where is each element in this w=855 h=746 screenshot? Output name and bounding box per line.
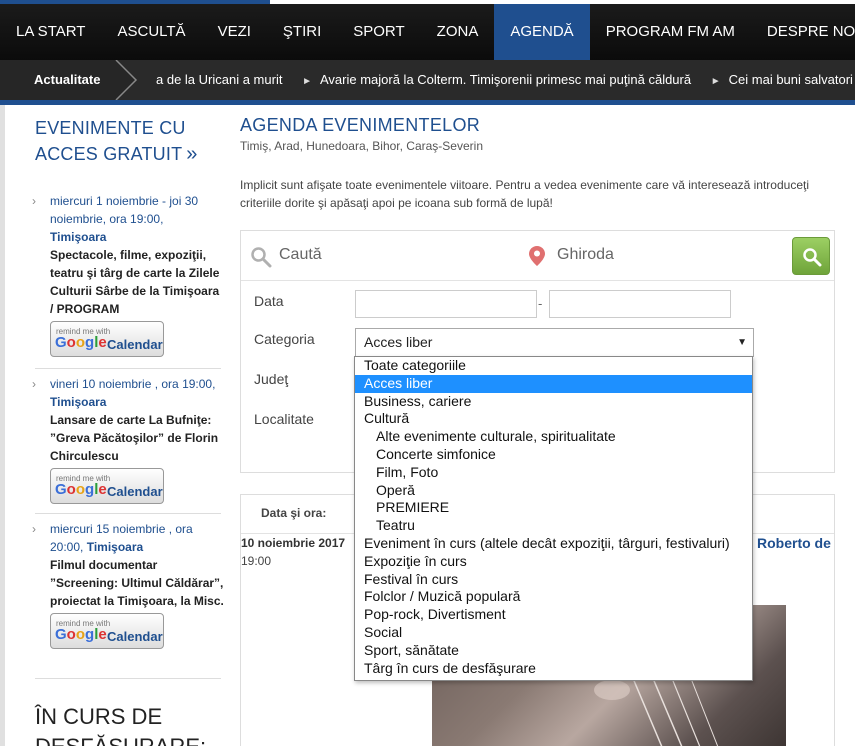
event-date: miercuri 15 noiembrie , ora 20:00, Timiş… (50, 522, 193, 554)
result-title-link[interactable]: Roberto de (757, 535, 831, 551)
dropdown-option[interactable]: PREMIERE (355, 499, 752, 517)
dropdown-option[interactable]: Folclor / Muzică populară (355, 588, 752, 606)
gcal-calendar-word: Calendar (107, 484, 163, 499)
search-icon (803, 248, 822, 267)
sidebar-event: › miercuri 15 noiembrie , ora 20:00, Tim… (32, 520, 225, 649)
nav-item-program[interactable]: PROGRAM FM AM (590, 4, 751, 60)
column-header-date: Data şi ora: (261, 506, 327, 520)
chevron-right-icon: › (32, 522, 36, 536)
event-title[interactable]: Filmul documentar ”Screening: Ultimul Că… (35, 556, 225, 610)
gcal-calendar-word: Calendar (107, 337, 163, 352)
category-select-value: Acces liber (364, 334, 433, 350)
search-input[interactable]: Caută (279, 246, 322, 264)
location-input[interactable]: Ghiroda (557, 246, 614, 264)
dropdown-option[interactable]: Eveniment în curs (altele decât expoziţi… (355, 535, 752, 553)
nav-item-despre[interactable]: DESPRE NOI (751, 4, 855, 60)
nav-item-start[interactable]: LA START (0, 4, 101, 60)
info-text: Implicit sunt afişate toate evenimentele… (240, 178, 809, 210)
sidebar-title[interactable]: EVENIMENTE CU ACCES GRATUIT» (35, 115, 225, 167)
search-button[interactable] (792, 237, 830, 275)
ticker-link[interactable]: ►Cei mai buni salvatori minieri din (711, 60, 855, 100)
dropdown-option[interactable]: Toate categoriile (355, 357, 752, 375)
dropdown-option[interactable]: Festival în curs (355, 571, 752, 589)
double-chevron-right-icon: » (186, 143, 198, 165)
sidebar-event: › miercuri 1 noiembrie - joi 30 noiembri… (32, 192, 225, 357)
date-from-field[interactable] (355, 290, 537, 318)
google-calendar-button[interactable]: remind me with Google Calendar (50, 321, 164, 357)
google-logo: Google (55, 626, 107, 643)
dropdown-arrow-icon: ▼ (737, 337, 747, 348)
nav-item-sport[interactable]: SPORT (337, 4, 420, 60)
dropdown-option[interactable]: Expoziţie în curs (355, 553, 752, 571)
sidebar-separator (35, 513, 221, 514)
dropdown-option[interactable]: Social (355, 624, 752, 642)
nav-item-asculta[interactable]: ASCULTĂ (101, 4, 201, 60)
sidebar-separator (35, 368, 221, 369)
event-city: Timişoara (50, 230, 107, 244)
category-label: Categoria (254, 331, 315, 347)
nav-item-agenda[interactable]: AGENDĂ (494, 4, 590, 60)
dropdown-option[interactable]: Pop-rock, Divertisment (355, 606, 752, 624)
dropdown-option[interactable]: Concerte simfonice (355, 446, 752, 464)
location-pin-icon (529, 246, 545, 266)
dropdown-option[interactable]: Acces liber (355, 374, 752, 393)
event-date: miercuri 1 noiembrie - joi 30 noiembrie,… (50, 194, 199, 244)
news-ticker: Actualitate a de la Uricani a murit ► Ava… (0, 60, 855, 100)
page-subtitle: Timiş, Arad, Hunedoara, Bihor, Caraş-Sev… (240, 139, 483, 153)
event-title[interactable]: Spectacole, filme, expoziţii, teatru şi … (35, 246, 225, 318)
nav-item-vezi[interactable]: VEZI (202, 4, 267, 60)
event-city: Timişoara (86, 540, 144, 554)
bullet-icon: ► (710, 76, 721, 87)
nav-item-stiri[interactable]: ŞTIRI (267, 4, 337, 60)
result-time: 19:00 (241, 554, 272, 568)
ticker-link[interactable]: ► Avarie majoră la Colterm. Timişorenii p… (302, 60, 691, 100)
event-title[interactable]: Lansare de carte La Bufniţe: ”Greva Păcă… (35, 411, 225, 465)
dropdown-option[interactable]: Sport, sănătate (355, 642, 752, 660)
result-date: 10 noiembrie 2017 (241, 536, 346, 550)
locality-label: Localitate (254, 411, 314, 427)
date-separator: - (538, 296, 543, 311)
dropdown-option[interactable]: Business, cariere (355, 393, 752, 411)
google-calendar-button[interactable]: remind me with Google Calendar (50, 613, 164, 649)
google-logo: Google (55, 334, 107, 351)
date-label: Data (254, 293, 284, 309)
date-to-field[interactable] (549, 290, 731, 318)
dropdown-option[interactable]: Film, Foto (355, 464, 752, 482)
search-divider (241, 280, 834, 281)
chevron-right-icon: › (32, 377, 36, 391)
ticker-link[interactable]: a de la Uricani a murit (156, 60, 282, 100)
dropdown-option[interactable]: Cultură (355, 410, 752, 428)
nav-item-zona[interactable]: ZONA (421, 4, 495, 60)
chevron-right-icon (115, 60, 138, 100)
gcal-calendar-word: Calendar (107, 629, 163, 644)
bullet-icon: ► (302, 76, 312, 87)
search-icon (251, 247, 272, 268)
sidebar: EVENIMENTE CU ACCES GRATUIT» › miercuri … (5, 105, 229, 746)
dropdown-option[interactable]: Alte evenimente culturale, spiritualitat… (355, 428, 752, 446)
google-logo: Google (55, 481, 107, 498)
dropdown-option[interactable]: Teatru (355, 517, 752, 535)
event-date: vineri 10 noiembrie , ora 19:00, Timişoar… (50, 377, 216, 409)
dropdown-option[interactable]: Târg în curs de desfăşurare (355, 660, 752, 678)
ticker-label: Actualitate (0, 60, 118, 100)
chevron-right-icon: › (32, 194, 36, 208)
main-nav: LA START ASCULTĂ VEZI ŞTIRI SPORT ZONA A… (0, 4, 855, 60)
county-label: Judeţ (254, 371, 289, 387)
google-calendar-button[interactable]: remind me with Google Calendar (50, 468, 164, 504)
sidebar-separator (35, 678, 221, 679)
ticker-items: a de la Uricani a murit ► Avarie majoră l… (156, 60, 855, 100)
in-progress-title: ÎN CURS DE DESFĂŞURARE: (35, 704, 206, 746)
sidebar-event: › vineri 10 noiembrie , ora 19:00, Timişo… (32, 375, 225, 504)
event-city: Timişoara (50, 395, 107, 409)
category-dropdown-list[interactable]: Toate categoriile Acces liber Business, ca… (354, 356, 753, 681)
category-select[interactable]: Acces liber ▼ (355, 328, 754, 357)
page-title: AGENDA EVENIMENTELOR (240, 115, 481, 135)
dropdown-option[interactable]: Operă (355, 482, 752, 500)
